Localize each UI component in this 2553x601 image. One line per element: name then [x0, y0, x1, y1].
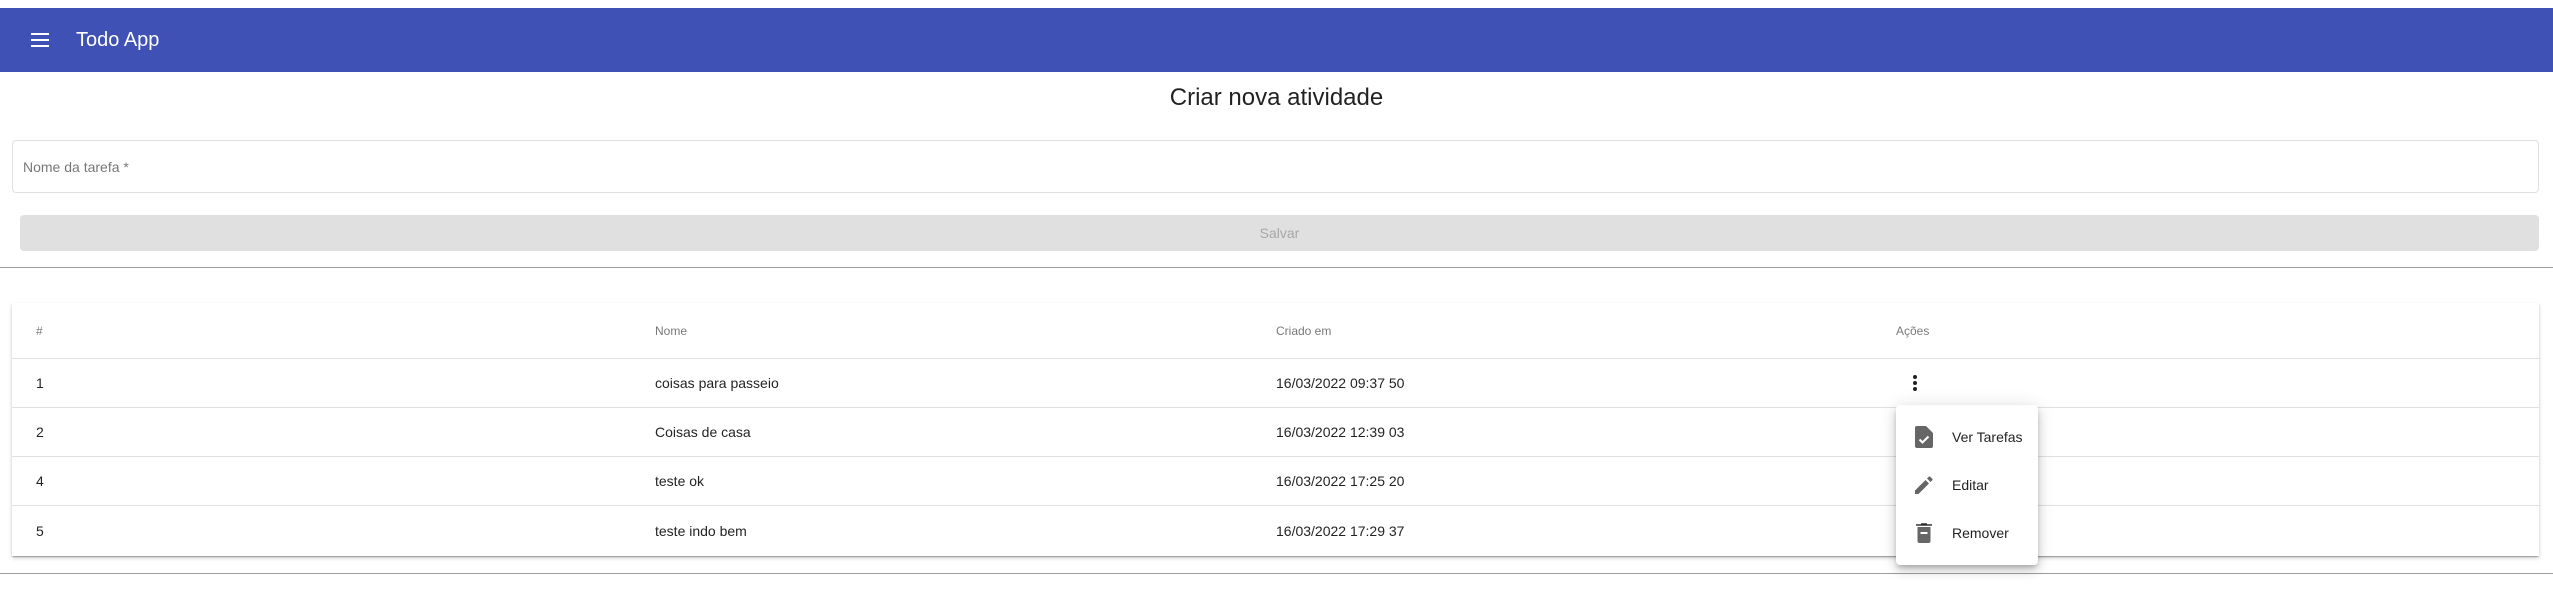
row-created: 16/03/2022 17:25 20 [1276, 473, 1405, 489]
divider-bottom [0, 573, 2553, 574]
table-header-row: # Nome Criado em Ações [12, 303, 2539, 359]
header-actions: Ações [1896, 323, 1930, 338]
row-created: 16/03/2022 17:29 37 [1276, 523, 1405, 539]
header-created: Criado em [1276, 323, 1332, 338]
edit-icon [1912, 473, 1936, 497]
more-vert-icon[interactable] [1912, 359, 1918, 407]
row-id: 1 [36, 375, 44, 391]
divider-top [0, 267, 2553, 268]
menu-item-editar[interactable]: Editar [1896, 461, 2038, 509]
page-title: Criar nova atividade [1169, 84, 1384, 111]
menu-item-label: Ver Tarefas [1952, 429, 2023, 445]
header-name: Nome [655, 323, 688, 338]
row-created: 16/03/2022 12:39 03 [1276, 424, 1405, 440]
menu-item-label: Remover [1952, 525, 2009, 541]
delete-icon [1912, 521, 1936, 545]
row-id: 2 [36, 424, 44, 440]
menu-item-ver-tarefas[interactable]: Ver Tarefas [1896, 413, 2038, 461]
row-name: coisas para passeio [655, 375, 779, 391]
table-row: 4 teste ok 16/03/2022 17:25 20 [12, 457, 2539, 506]
menu-item-remover[interactable]: Remover [1896, 509, 2038, 557]
task-name-field[interactable] [12, 140, 2539, 193]
task-check-icon [1912, 425, 1936, 449]
table-row: 1 coisas para passeio 16/03/2022 09:37 5… [12, 359, 2539, 408]
table-row: 2 Coisas de casa 16/03/2022 12:39 03 [12, 408, 2539, 457]
activities-table: # Nome Criado em Ações 1 coisas para pas… [12, 303, 2539, 556]
menu-item-label: Editar [1952, 477, 1989, 493]
save-button[interactable]: Salvar [20, 215, 2539, 251]
row-created: 16/03/2022 09:37 50 [1276, 375, 1405, 391]
row-id: 5 [36, 523, 44, 539]
row-name: Coisas de casa [655, 424, 751, 440]
row-name: teste ok [655, 473, 705, 489]
row-id: 4 [36, 473, 44, 489]
row-actions-menu: Ver Tarefas Editar Remover [1896, 405, 2038, 565]
app-title: Todo App [76, 29, 160, 51]
header-id: # [36, 323, 43, 338]
top-toolbar: Todo App [0, 8, 2553, 72]
task-name-input[interactable] [13, 141, 2538, 192]
table-row: 5 teste indo bem 16/03/2022 17:29 37 [12, 506, 2539, 556]
row-name: teste indo bem [655, 523, 747, 539]
menu-icon[interactable] [28, 28, 52, 52]
